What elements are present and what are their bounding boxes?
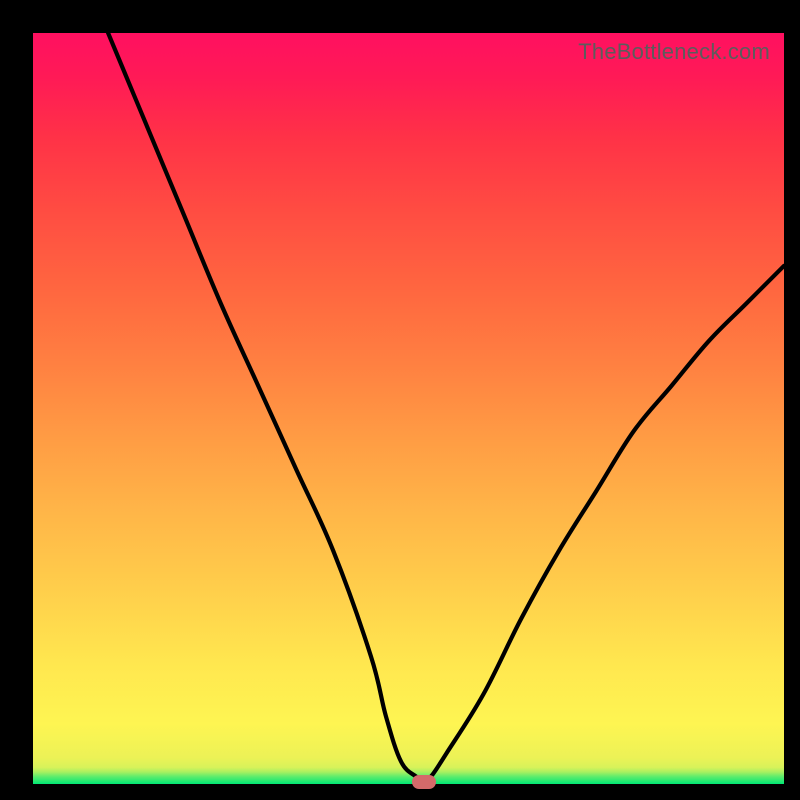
chart-frame: TheBottleneck.com (0, 0, 800, 800)
curve-path (108, 33, 784, 780)
bottleneck-curve (33, 33, 784, 784)
plot-area: TheBottleneck.com (33, 33, 784, 784)
optimal-marker (412, 775, 436, 789)
